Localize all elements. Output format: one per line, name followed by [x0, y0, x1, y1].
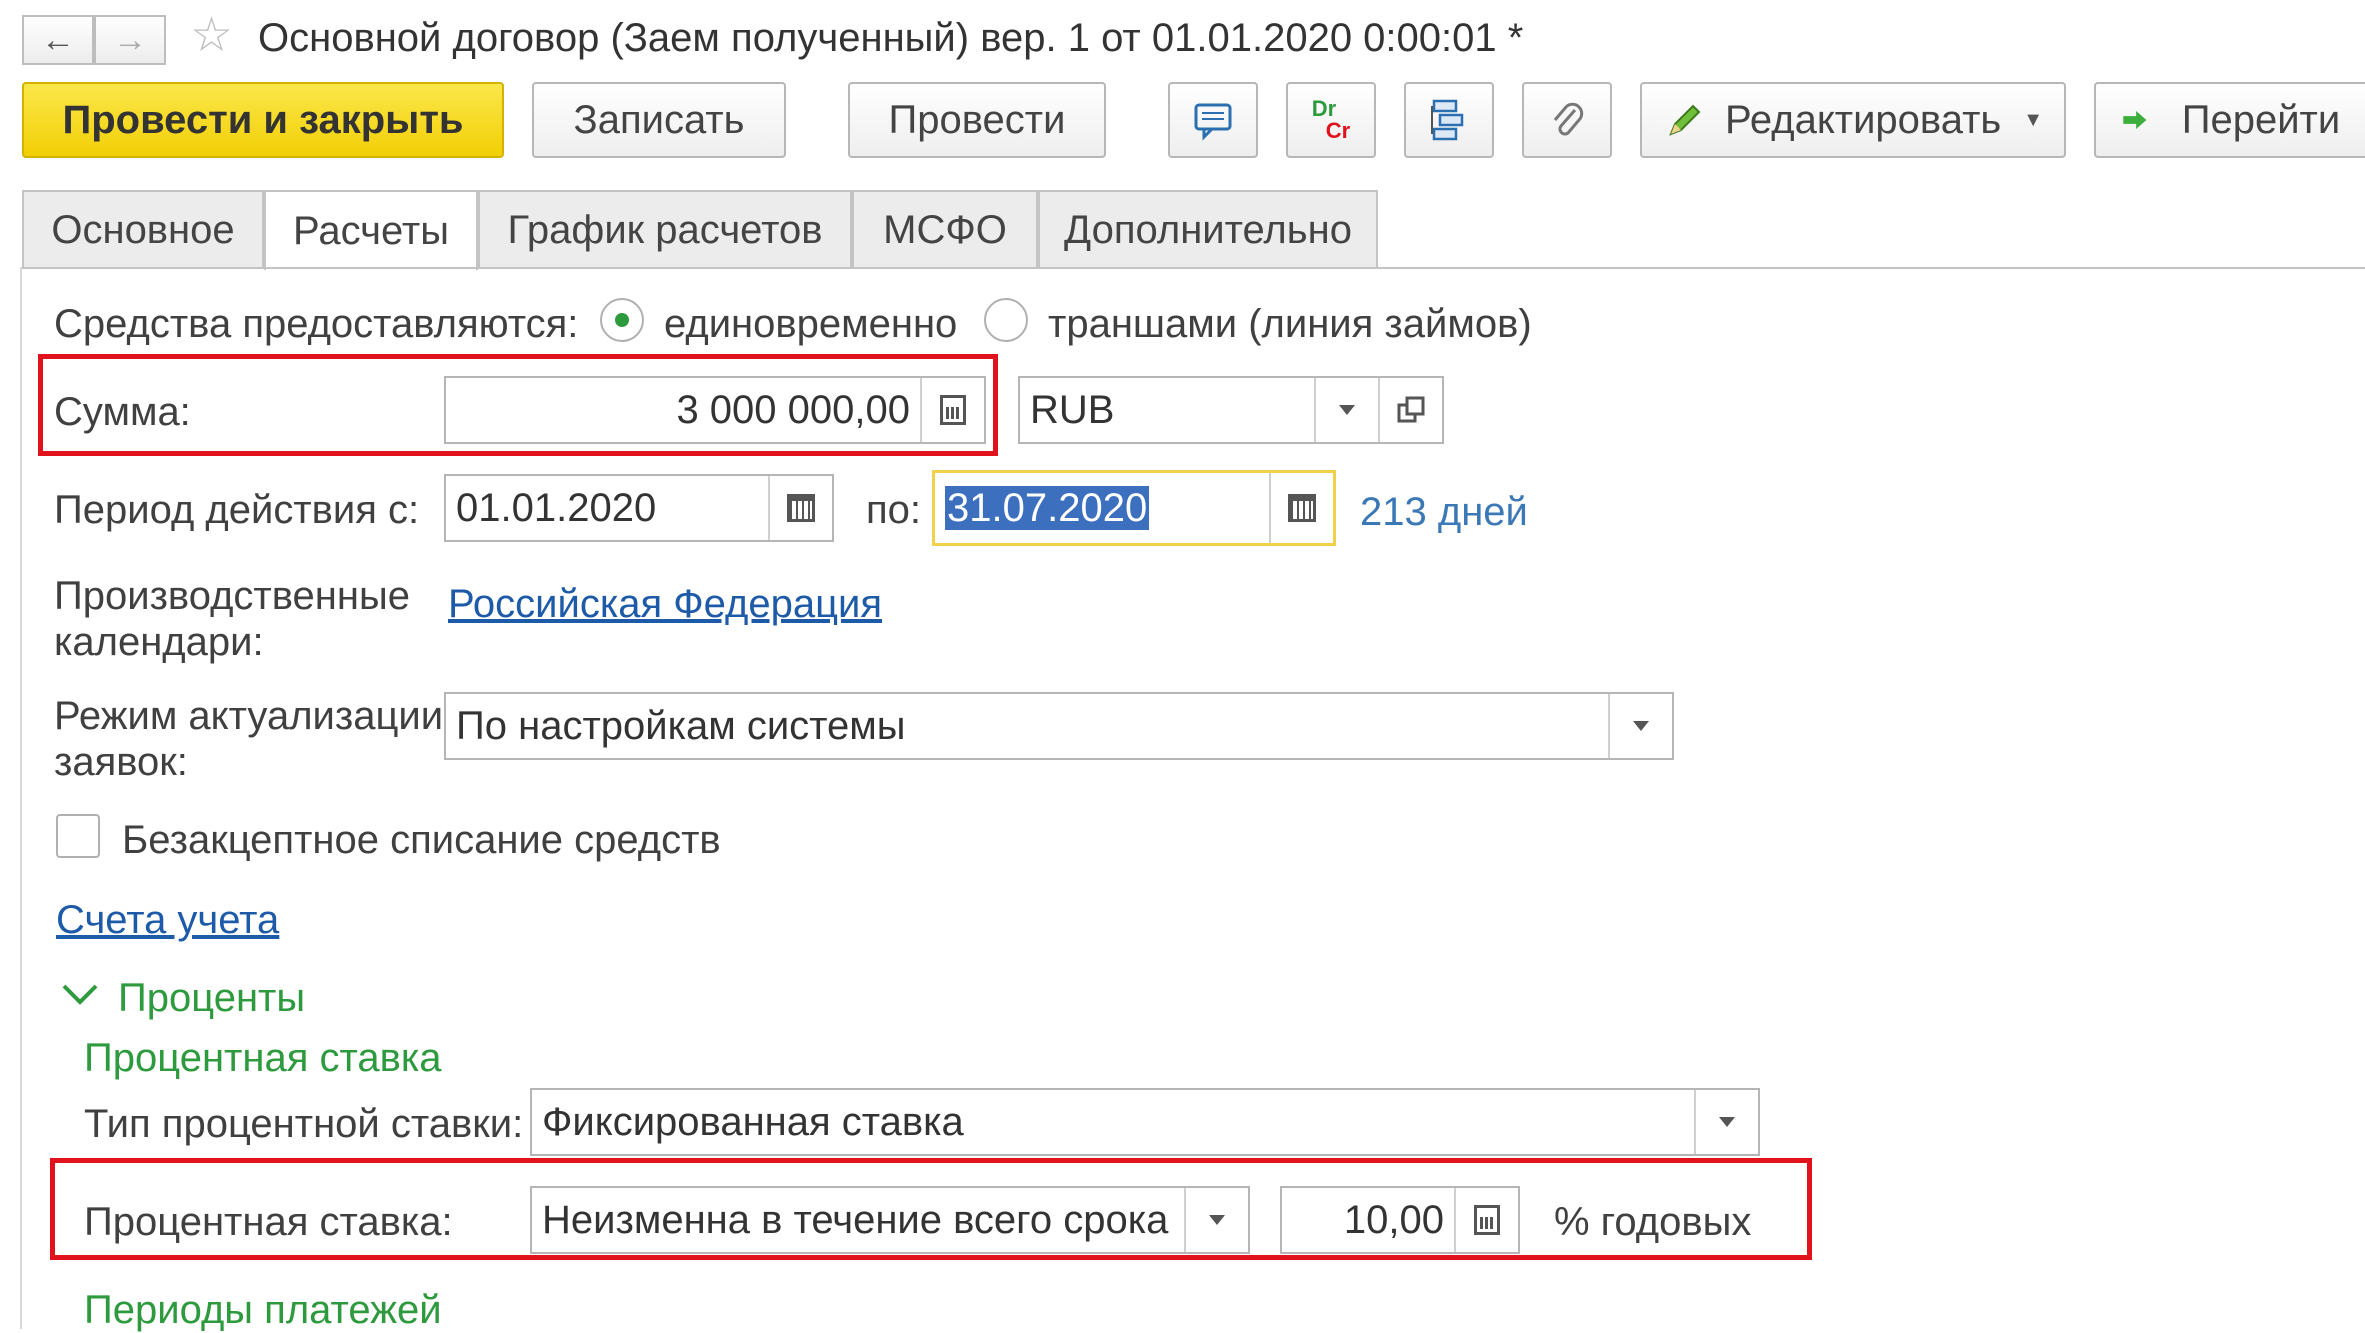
calendars-link[interactable]: Российская Федерация [448, 582, 882, 627]
calendar-icon [1288, 494, 1316, 522]
rate-unit: % годовых [1554, 1200, 1752, 1244]
mode-label-line1: Режим актуализации [54, 694, 444, 738]
tab-additional[interactable]: Дополнительно [1038, 190, 1378, 268]
related-documents-button[interactable] [1404, 82, 1494, 158]
period-to-calendar-button[interactable] [1269, 473, 1333, 543]
calculator-icon [940, 395, 966, 425]
rate-mode-select[interactable]: Неизменна в течение всего срока [530, 1186, 1250, 1254]
rate-label: Процентная ставка: [84, 1200, 453, 1244]
tab-label: Дополнительно [1064, 207, 1352, 252]
arrow-left-icon: ← [41, 20, 75, 59]
goto-label: Перейти [2181, 97, 2341, 142]
period-to-input[interactable]: 31.07.2020 [932, 470, 1336, 546]
tab-main[interactable]: Основное [22, 190, 264, 268]
currency-open-button[interactable] [1378, 378, 1442, 442]
tab-ifrs[interactable]: МСФО [852, 190, 1038, 268]
period-from-value: 01.01.2020 [456, 485, 657, 530]
dropdown-arrow-icon [1209, 1215, 1225, 1225]
dr-label: Dr [1311, 96, 1337, 121]
chevron-down-icon: ▼ [2023, 108, 2044, 131]
window-title: Основной договор (Заем полученный) вер. … [258, 16, 1524, 60]
edit-label: Редактировать [1724, 97, 2002, 142]
back-button[interactable]: ← [22, 15, 94, 65]
sum-label: Сумма: [54, 390, 191, 434]
edit-button[interactable]: Редактировать ▼ [1640, 82, 2066, 158]
calendars-label-line2: календари: [54, 620, 264, 664]
accounts-link[interactable]: Счета учета [56, 898, 279, 943]
mode-value: По настройкам системы [456, 703, 906, 748]
period-to-value: 31.07.2020 [945, 485, 1150, 530]
acceptless-checkbox[interactable] [56, 814, 100, 858]
post-button[interactable]: Провести [848, 82, 1106, 158]
structure-button[interactable] [1168, 82, 1258, 158]
save-label: Записать [573, 97, 745, 142]
save-button[interactable]: Записать [532, 82, 786, 158]
post-and-close-button[interactable]: Провести и закрыть [22, 82, 504, 158]
post-label: Провести [888, 97, 1066, 142]
calendars-label-line1: Производственные [54, 574, 410, 618]
mode-label-line2: заявок: [54, 740, 188, 784]
sum-input[interactable]: 3 000 000,00 [444, 376, 986, 444]
funds-label: Средства предоставляются: [54, 302, 579, 346]
rate-type-select[interactable]: Фиксированная ставка [530, 1088, 1760, 1156]
period-days: 213 дней [1360, 490, 1528, 534]
tab-label: График расчетов [507, 207, 823, 252]
dropdown-arrow-icon [1339, 405, 1355, 415]
mode-select[interactable]: По настройкам системы [444, 692, 1674, 760]
attach-file-button[interactable] [1522, 82, 1612, 158]
tab-label: МСФО [883, 207, 1007, 252]
period-from-calendar-button[interactable] [768, 476, 832, 540]
cr-label: Cr [1325, 118, 1351, 143]
rate-type-label: Тип процентной ставки: [84, 1102, 524, 1146]
interest-section-title[interactable]: Проценты [118, 976, 305, 1021]
calculator-icon [1474, 1205, 1500, 1235]
radio-tranches-label[interactable]: траншами (линия займов) [1048, 304, 1532, 344]
forward-button[interactable]: → [94, 15, 166, 65]
calendar-icon [787, 494, 815, 522]
rate-value: 10,00 [1343, 1197, 1444, 1242]
chevron-down-icon [62, 984, 98, 1005]
period-label: Период действия с: [54, 488, 420, 532]
currency-value: RUB [1030, 387, 1115, 432]
tab-label: Расчеты [293, 208, 449, 253]
rate-mode-value: Неизменна в течение всего срока [542, 1197, 1169, 1242]
post-and-close-label: Провести и закрыть [62, 97, 464, 142]
arrow-right-icon: → [113, 20, 147, 59]
favorite-star-icon[interactable]: ☆ [190, 12, 233, 60]
currency-dropdown-button[interactable] [1314, 378, 1378, 442]
tab-calculations[interactable]: Расчеты [264, 190, 478, 270]
tab-label: Основное [51, 207, 235, 252]
interest-rate-group-title: Процентная ставка [84, 1036, 442, 1080]
tab-payment-schedule[interactable]: График расчетов [478, 190, 852, 268]
open-window-icon [1397, 396, 1425, 423]
sum-value: 3 000 000,00 [676, 387, 910, 432]
rate-type-dropdown-button[interactable] [1694, 1090, 1758, 1154]
rate-calculator-button[interactable] [1454, 1188, 1518, 1252]
paperclip-icon [1553, 102, 1584, 136]
period-from-input[interactable]: 01.01.2020 [444, 474, 834, 542]
goto-button[interactable]: Перейти ▼ [2094, 82, 2365, 158]
document-comment-icon [1194, 103, 1232, 141]
radio-once[interactable] [600, 298, 644, 342]
rate-type-value: Фиксированная ставка [542, 1099, 964, 1144]
currency-select[interactable]: RUB [1018, 376, 1444, 444]
dr-cr-button[interactable]: Dr Cr [1286, 82, 1376, 158]
radio-once-label[interactable]: единовременно [664, 304, 957, 344]
hierarchy-icon [1431, 99, 1464, 141]
acceptless-label[interactable]: Безакцептное списание средств [122, 820, 721, 860]
radio-tranches[interactable] [984, 298, 1028, 342]
pencil-icon [1669, 104, 1701, 136]
period-to-label: по: [866, 488, 922, 532]
form-left-border [20, 267, 22, 1329]
tab-divider [20, 267, 2365, 269]
rate-value-input[interactable]: 10,00 [1280, 1186, 1520, 1254]
rate-mode-dropdown-button[interactable] [1184, 1188, 1248, 1252]
interest-collapse-toggle[interactable] [60, 980, 100, 1010]
dropdown-arrow-icon [1633, 721, 1649, 731]
calculator-button[interactable] [920, 378, 984, 442]
mode-dropdown-button[interactable] [1608, 694, 1672, 758]
payment-periods-title: Периоды платежей [84, 1288, 442, 1332]
arrow-right-green-icon [2123, 111, 2147, 129]
dropdown-arrow-icon [1719, 1117, 1735, 1127]
